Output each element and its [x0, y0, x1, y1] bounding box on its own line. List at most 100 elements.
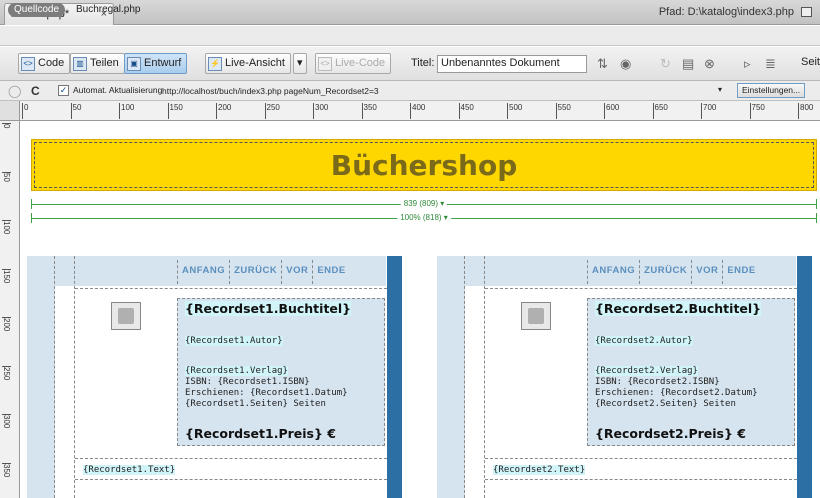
recordset2-panel: ANFANG ZURÜCK VOR ENDE {Recordset2.Bucht… — [437, 256, 817, 498]
author-field[interactable]: {Recordset1.Autor} — [185, 336, 283, 346]
file-path: Pfad: D:\katalog\index3.php — [658, 6, 794, 18]
code-view-button[interactable]: <> Code — [18, 53, 71, 74]
live-view-dropdown[interactable]: ▾ — [293, 53, 307, 74]
code-icon: <> — [21, 56, 35, 71]
address-input[interactable]: http://localhost/buch/index3.php pageNum… — [162, 86, 379, 96]
ruler-tick: 0 — [2, 123, 11, 129]
isbn-field[interactable]: ISBN: {Recordset2.ISBN} — [595, 377, 720, 387]
ruler-tick: 350 — [2, 462, 11, 477]
price-field[interactable]: {Recordset2.Preis} € — [595, 427, 746, 440]
banner-div[interactable]: Büchershop — [31, 139, 817, 191]
split-label: Teilen — [90, 57, 119, 69]
ruler-tick: 50 — [2, 171, 11, 182]
horizontal-ruler: 0 50 100 150 200 250 300 350 400 450 500 550 600 650 7… — [0, 101, 820, 121]
price-field[interactable]: {Recordset1.Preis} € — [185, 427, 336, 440]
nav-next-link[interactable]: VOR — [281, 260, 312, 284]
visual-aids-icon[interactable]: ▤ — [682, 56, 694, 72]
back-icon[interactable]: ◯ — [8, 84, 21, 98]
auto-refresh-checkbox[interactable]: ✓ — [58, 85, 69, 96]
live-view-icon: ⚡ — [208, 56, 222, 71]
ruler-tick: 550 — [555, 103, 571, 119]
date-field[interactable]: Erschienen: {Recordset1.Datum} — [185, 388, 348, 398]
table-width-label: 839 (809) ▾ — [400, 199, 448, 209]
nav-last-link[interactable]: ENDE — [312, 260, 349, 284]
isbn-field[interactable]: ISBN: {Recordset1.ISBN} — [185, 377, 310, 387]
container-width-indicator[interactable]: 100% (818) ▾ — [31, 213, 817, 223]
ruler-tick: 200 — [2, 317, 11, 332]
table-width-indicator[interactable]: 839 (809) ▾ — [31, 199, 817, 209]
publisher-field[interactable]: {Recordset2.Verlag} — [595, 366, 698, 376]
live-code-icon: <> — [318, 56, 332, 71]
ruler-tick: 150 — [167, 103, 183, 119]
publisher-field[interactable]: {Recordset1.Verlag} — [185, 366, 288, 376]
ruler-tick: 300 — [2, 414, 11, 429]
nav-first-link[interactable]: ANFANG — [177, 260, 229, 284]
ruler-tick: 250 — [2, 365, 11, 380]
panel-divider — [387, 256, 402, 498]
live-view-label: Live-Ansicht — [225, 57, 285, 69]
author-field[interactable]: {Recordset2.Autor} — [595, 336, 693, 346]
file-management-icon[interactable]: ⇅ — [597, 56, 608, 72]
title-label: Titel: — [411, 57, 435, 69]
ruler-tick: 750 — [749, 103, 765, 119]
check-page-icon[interactable]: ≣ — [765, 56, 776, 72]
nav-next-link[interactable]: VOR — [691, 260, 722, 284]
pages-field[interactable]: {Recordset2.Seiten} Seiten — [595, 399, 736, 409]
design-icon: ▣ — [127, 56, 141, 71]
ruler-tick: 450 — [458, 103, 474, 119]
validate-markup-icon[interactable]: ⊗ — [704, 56, 715, 72]
ruler-tick: 50 — [70, 103, 81, 119]
book-image-placeholder-icon[interactable] — [521, 302, 551, 330]
nav-previous-link[interactable]: ZURÜCK — [229, 260, 281, 284]
split-view-button[interactable]: ▥ Teilen — [70, 53, 125, 74]
check-browser-icon[interactable]: ▹ — [744, 56, 751, 72]
ruler-tick: 150 — [2, 268, 11, 283]
nav-previous-link[interactable]: ZURÜCK — [639, 260, 691, 284]
nav-last-link[interactable]: ENDE — [722, 260, 759, 284]
book-image-placeholder-icon[interactable] — [111, 302, 141, 330]
code-label: Code — [38, 57, 65, 69]
restore-window-icon[interactable] — [801, 7, 812, 17]
panel-divider — [797, 256, 812, 498]
book-title-field[interactable]: {Recordset2.Buchtitel} — [595, 301, 762, 316]
ruler-tick: 350 — [361, 103, 377, 119]
ruler-tick: 300 — [313, 103, 328, 119]
split-icon: ▥ — [73, 56, 87, 71]
design-label: Entwurf — [144, 57, 182, 69]
ruler-tick: 0 — [22, 103, 28, 119]
pages-field[interactable]: {Recordset1.Seiten} Seiten — [185, 399, 326, 409]
document-toolbar: <> Code ▥ Teilen ▣ Entwurf ⚡ Live-Ansich… — [0, 47, 820, 81]
live-code-label: Live-Code — [335, 57, 386, 69]
recordset-navigation: ANFANG ZURÜCK VOR ENDE — [177, 260, 350, 284]
recordset1-panel: ANFANG ZURÜCK VOR ENDE {Recordset1.Bucht… — [27, 256, 407, 498]
live-code-button[interactable]: <> Live-Code — [315, 53, 392, 74]
source-code-button[interactable]: Quellcode — [8, 3, 66, 17]
related-file-link[interactable]: Buchregal.php — [76, 4, 141, 15]
reload-icon[interactable]: C — [31, 84, 40, 98]
book-text-field[interactable]: {Recordset2.Text} — [485, 458, 797, 480]
live-view-button[interactable]: ⚡ Live-Ansicht — [205, 53, 291, 74]
refresh-design-icon[interactable]: ↻ — [660, 56, 671, 72]
ruler-tick: 500 — [507, 103, 522, 119]
address-dropdown-icon[interactable]: ▾ — [718, 85, 722, 94]
check-page-label: Seit — [801, 56, 820, 68]
date-field[interactable]: Erschienen: {Recordset2.Datum} — [595, 388, 758, 398]
title-input[interactable]: Unbenanntes Dokument — [437, 55, 587, 73]
ruler-tick: 200 — [216, 103, 231, 119]
chevron-down-icon: ▾ — [297, 57, 303, 69]
book-text-field[interactable]: {Recordset1.Text} — [75, 458, 387, 480]
book-title-field[interactable]: {Recordset1.Buchtitel} — [185, 301, 352, 316]
nav-first-link[interactable]: ANFANG — [587, 260, 639, 284]
browser-preview-icon[interactable]: ◉ — [620, 56, 631, 72]
ruler-tick: 600 — [604, 103, 619, 119]
ruler-tick: 700 — [701, 103, 716, 119]
ruler-tick: 100 — [119, 103, 134, 119]
ruler-tick: 100 — [2, 220, 11, 235]
banner-title: Büchershop — [330, 148, 518, 182]
ruler-corner[interactable] — [0, 101, 20, 121]
settings-button[interactable]: Einstellungen... — [737, 83, 806, 98]
design-view-button[interactable]: ▣ Entwurf — [124, 53, 188, 74]
container-width-label: 100% (818) ▾ — [397, 213, 451, 223]
recordset-navigation: ANFANG ZURÜCK VOR ENDE — [587, 260, 760, 284]
auto-refresh-label: Automat. Aktualisierung — [73, 85, 163, 95]
